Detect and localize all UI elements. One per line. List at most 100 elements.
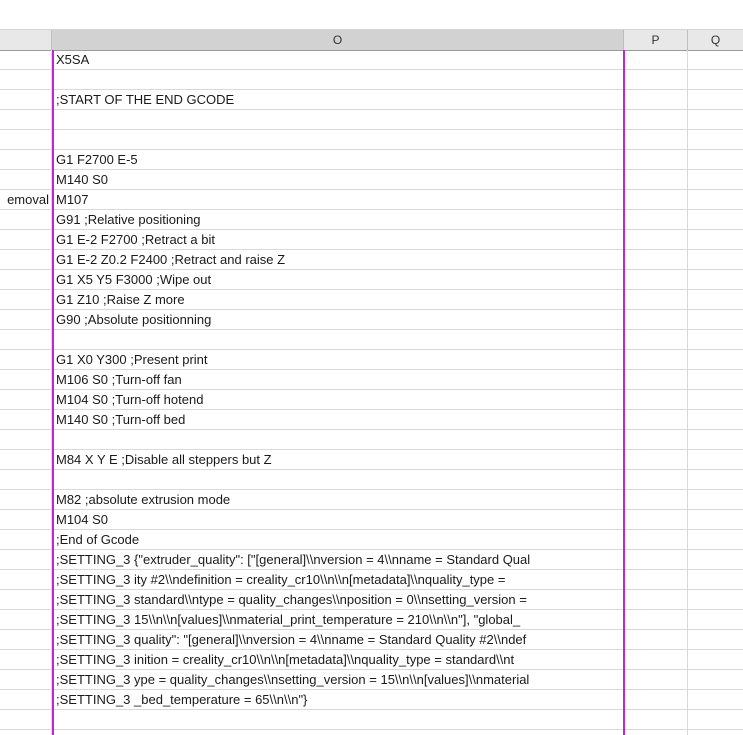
cell-q[interactable]	[688, 470, 743, 490]
cell-o[interactable]	[52, 730, 624, 735]
cell-p[interactable]	[624, 90, 688, 110]
cell-n[interactable]	[0, 50, 52, 70]
cell-q[interactable]	[688, 170, 743, 190]
cell-p[interactable]	[624, 730, 688, 735]
cell-o[interactable]: M104 S0	[52, 510, 624, 530]
cell-o[interactable]	[52, 710, 624, 730]
cell-o[interactable]: ;START OF THE END GCODE	[52, 90, 624, 110]
cell-p[interactable]	[624, 690, 688, 710]
cell-q[interactable]	[688, 310, 743, 330]
cell-o[interactable]: G1 F2700 E-5	[52, 150, 624, 170]
cell-o[interactable]: ;SETTING_3 inition = creality_cr10\\n\\n…	[52, 650, 624, 670]
cell-p[interactable]	[624, 450, 688, 470]
cell-n[interactable]	[0, 430, 52, 450]
cell-p[interactable]	[624, 430, 688, 450]
cell-p[interactable]	[624, 470, 688, 490]
cell-o[interactable]: ;SETTING_3 ity #2\\ndefinition = crealit…	[52, 570, 624, 590]
cell-p[interactable]	[624, 150, 688, 170]
cell-p[interactable]	[624, 210, 688, 230]
cell-n[interactable]	[0, 150, 52, 170]
cell-p[interactable]	[624, 610, 688, 630]
cell-p[interactable]	[624, 530, 688, 550]
cell-p[interactable]	[624, 190, 688, 210]
cell-q[interactable]	[688, 390, 743, 410]
cell-n[interactable]	[0, 490, 52, 510]
cell-o[interactable]: G1 E-2 F2700 ;Retract a bit	[52, 230, 624, 250]
cell-o[interactable]: ;SETTING_3 {"extruder_quality": ["[gener…	[52, 550, 624, 570]
cell-q[interactable]	[688, 130, 743, 150]
cell-n[interactable]: emoval	[0, 190, 52, 210]
cell-o[interactable]	[52, 110, 624, 130]
cell-o[interactable]: M140 S0	[52, 170, 624, 190]
cell-p[interactable]	[624, 310, 688, 330]
cell-o[interactable]: ;SETTING_3 _bed_temperature = 65\\n\\n"}	[52, 690, 624, 710]
cell-o[interactable]: G90 ;Absolute positionning	[52, 310, 624, 330]
cell-q[interactable]	[688, 670, 743, 690]
cell-q[interactable]	[688, 410, 743, 430]
cell-n[interactable]	[0, 270, 52, 290]
cell-q[interactable]	[688, 350, 743, 370]
cell-n[interactable]	[0, 330, 52, 350]
cell-n[interactable]	[0, 570, 52, 590]
cell-q[interactable]	[688, 330, 743, 350]
cell-p[interactable]	[624, 390, 688, 410]
cell-q[interactable]	[688, 90, 743, 110]
cell-p[interactable]	[624, 110, 688, 130]
cell-q[interactable]	[688, 230, 743, 250]
cell-p[interactable]	[624, 710, 688, 730]
cell-q[interactable]	[688, 530, 743, 550]
column-header-n[interactable]	[0, 30, 52, 50]
cell-p[interactable]	[624, 290, 688, 310]
cell-q[interactable]	[688, 510, 743, 530]
cell-p[interactable]	[624, 550, 688, 570]
cell-o[interactable]	[52, 70, 624, 90]
cell-n[interactable]	[0, 690, 52, 710]
cell-q[interactable]	[688, 730, 743, 735]
cell-n[interactable]	[0, 410, 52, 430]
cell-q[interactable]	[688, 450, 743, 470]
cell-p[interactable]	[624, 490, 688, 510]
cell-n[interactable]	[0, 110, 52, 130]
cell-p[interactable]	[624, 230, 688, 250]
cell-o[interactable]: G1 X5 Y5 F3000 ;Wipe out	[52, 270, 624, 290]
cell-q[interactable]	[688, 150, 743, 170]
cell-p[interactable]	[624, 510, 688, 530]
cell-q[interactable]	[688, 70, 743, 90]
cell-p[interactable]	[624, 410, 688, 430]
cell-p[interactable]	[624, 50, 688, 70]
cell-o[interactable]: ;SETTING_3 quality": "[general]\\nversio…	[52, 630, 624, 650]
cell-q[interactable]	[688, 430, 743, 450]
cell-q[interactable]	[688, 250, 743, 270]
cell-n[interactable]	[0, 370, 52, 390]
cell-n[interactable]	[0, 70, 52, 90]
cell-n[interactable]	[0, 130, 52, 150]
cell-n[interactable]	[0, 550, 52, 570]
cell-q[interactable]	[688, 270, 743, 290]
cell-o[interactable]: G1 Z10 ;Raise Z more	[52, 290, 624, 310]
cell-q[interactable]	[688, 550, 743, 570]
cell-o[interactable]: ;End of Gcode	[52, 530, 624, 550]
cell-q[interactable]	[688, 190, 743, 210]
cell-p[interactable]	[624, 370, 688, 390]
cell-n[interactable]	[0, 390, 52, 410]
cell-o[interactable]	[52, 470, 624, 490]
cell-q[interactable]	[688, 210, 743, 230]
cell-q[interactable]	[688, 290, 743, 310]
cell-q[interactable]	[688, 610, 743, 630]
cell-q[interactable]	[688, 570, 743, 590]
cell-o[interactable]: G91 ;Relative positioning	[52, 210, 624, 230]
cell-n[interactable]	[0, 350, 52, 370]
cell-n[interactable]	[0, 510, 52, 530]
cell-o[interactable]: M107	[52, 190, 624, 210]
cell-o[interactable]	[52, 130, 624, 150]
cell-q[interactable]	[688, 50, 743, 70]
cell-q[interactable]	[688, 710, 743, 730]
cell-n[interactable]	[0, 170, 52, 190]
cell-p[interactable]	[624, 350, 688, 370]
cell-n[interactable]	[0, 650, 52, 670]
cell-n[interactable]	[0, 290, 52, 310]
cell-o[interactable]: G1 E-2 Z0.2 F2400 ;Retract and raise Z	[52, 250, 624, 270]
cell-n[interactable]	[0, 90, 52, 110]
cell-o[interactable]	[52, 330, 624, 350]
cell-o[interactable]	[52, 430, 624, 450]
